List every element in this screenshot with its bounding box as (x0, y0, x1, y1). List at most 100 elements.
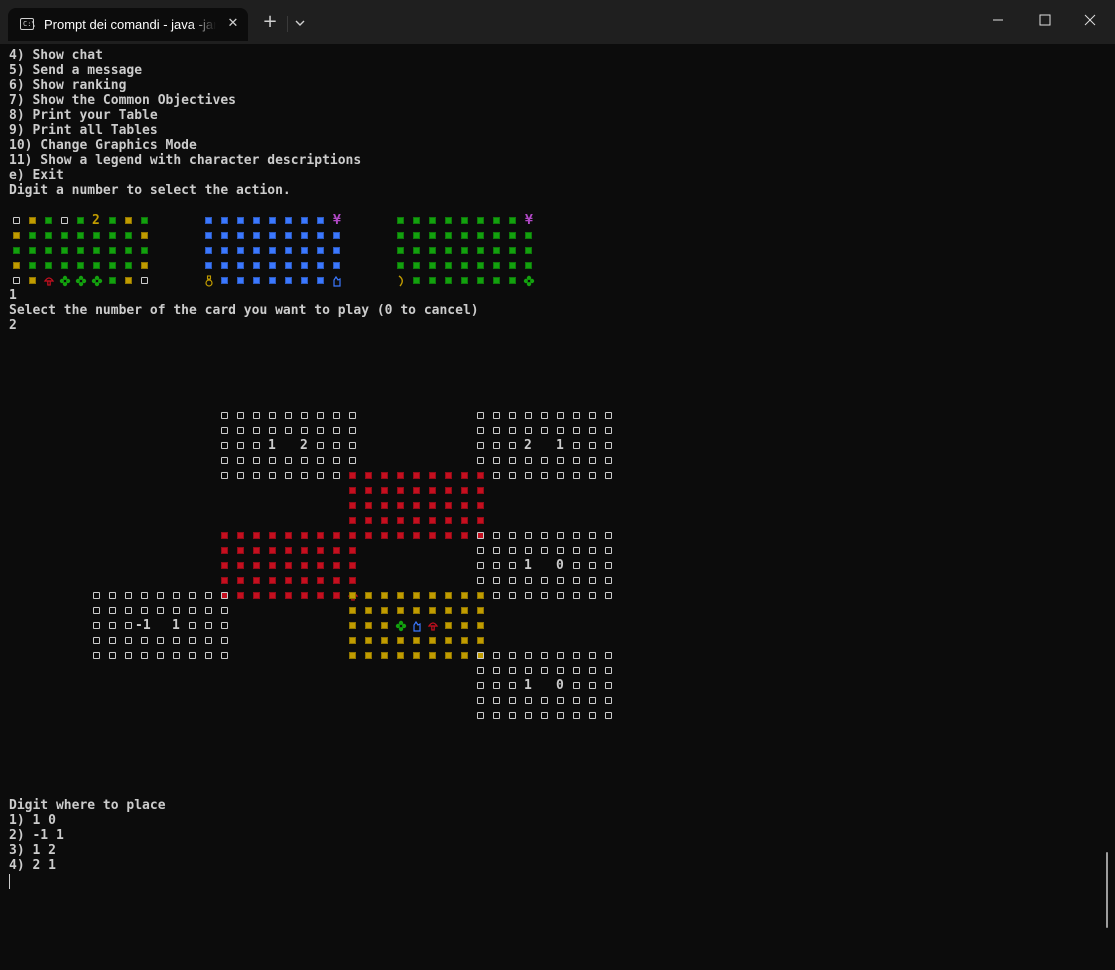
filled-square (141, 217, 148, 224)
filled-square (525, 247, 532, 254)
empty-square (537, 663, 553, 678)
board-square (457, 588, 473, 603)
filled-square (221, 232, 228, 239)
empty-square (217, 633, 233, 648)
filled-square (269, 232, 276, 239)
empty-square (489, 543, 505, 558)
board-square (217, 258, 233, 273)
empty-square (473, 558, 489, 573)
filled-square (349, 607, 356, 614)
filled-square (461, 517, 468, 524)
empty-square (553, 693, 569, 708)
empty-square (601, 408, 617, 423)
board-square (297, 588, 313, 603)
scrollbar-thumb[interactable] (1106, 852, 1108, 928)
empty-square (521, 648, 537, 663)
close-tab-button[interactable]: ✕ (223, 14, 243, 34)
board-square (425, 483, 441, 498)
empty-square (489, 588, 505, 603)
filled-square (493, 247, 500, 254)
filled-square (413, 592, 420, 599)
filled-square (333, 577, 340, 584)
filled-square (301, 262, 308, 269)
board-square (41, 228, 57, 243)
empty-square (313, 468, 329, 483)
filled-square (61, 232, 68, 239)
board-square (73, 228, 89, 243)
board-square (377, 588, 393, 603)
cell-number: 1 (268, 438, 276, 453)
board-square (265, 558, 281, 573)
board-square (425, 213, 441, 228)
filled-square (509, 277, 516, 284)
board-square (393, 498, 409, 513)
board-square (25, 273, 41, 288)
board-square (393, 213, 409, 228)
board-square (25, 213, 41, 228)
terminal-tab[interactable]: C:\ Prompt dei comandi - java -jar ✕ (8, 8, 248, 41)
board-square (25, 228, 41, 243)
empty-square (585, 543, 601, 558)
empty-square (505, 663, 521, 678)
board-square (393, 633, 409, 648)
empty-square (569, 468, 585, 483)
filled-square (509, 232, 516, 239)
filled-square (109, 277, 116, 284)
empty-square (601, 648, 617, 663)
empty-square (585, 708, 601, 723)
minimize-button[interactable] (976, 4, 1020, 36)
empty-square (505, 573, 521, 588)
board-square (249, 273, 265, 288)
board-square (409, 243, 425, 258)
empty-square (281, 453, 297, 468)
filled-square (125, 247, 132, 254)
filled-square (397, 217, 404, 224)
empty-square (217, 468, 233, 483)
board-square (473, 243, 489, 258)
board-square (249, 573, 265, 588)
board-square (409, 588, 425, 603)
board-square (281, 243, 297, 258)
tab-separator (287, 16, 288, 32)
terminal-output[interactable]: 4) Show chat 5) Send a message 6) Show r… (9, 48, 1099, 963)
blank-cell (281, 438, 297, 453)
board-square (217, 528, 233, 543)
empty-square (233, 408, 249, 423)
empty-square (601, 588, 617, 603)
empty-square (473, 543, 489, 558)
maximize-button[interactable] (1022, 4, 1068, 36)
board-square (377, 513, 393, 528)
board-square (441, 528, 457, 543)
empty-square (121, 633, 137, 648)
new-tab-button[interactable]: + (258, 10, 282, 34)
minimize-icon (993, 19, 1003, 21)
filled-square (365, 502, 372, 509)
board-square (393, 528, 409, 543)
empty-square (137, 603, 153, 618)
filled-square (253, 247, 260, 254)
filled-square (237, 547, 244, 554)
empty-square (297, 408, 313, 423)
close-window-button[interactable] (1068, 4, 1112, 36)
empty-square (217, 438, 233, 453)
board-square (441, 603, 457, 618)
filled-square (413, 247, 420, 254)
filled-square (253, 592, 260, 599)
empty-square (569, 693, 585, 708)
tab-dropdown-button[interactable] (290, 12, 310, 34)
leaf-icon (393, 618, 409, 633)
empty-square (489, 678, 505, 693)
empty-square (201, 618, 217, 633)
board-square (329, 243, 345, 258)
filled-square (269, 592, 276, 599)
empty-square (137, 273, 153, 288)
empty-square (137, 633, 153, 648)
empty-square (553, 648, 569, 663)
board-square (409, 228, 425, 243)
empty-square (537, 648, 553, 663)
board-square (329, 573, 345, 588)
filled-square (429, 487, 436, 494)
filled-square (93, 247, 100, 254)
board-square (201, 228, 217, 243)
filled-square (317, 532, 324, 539)
